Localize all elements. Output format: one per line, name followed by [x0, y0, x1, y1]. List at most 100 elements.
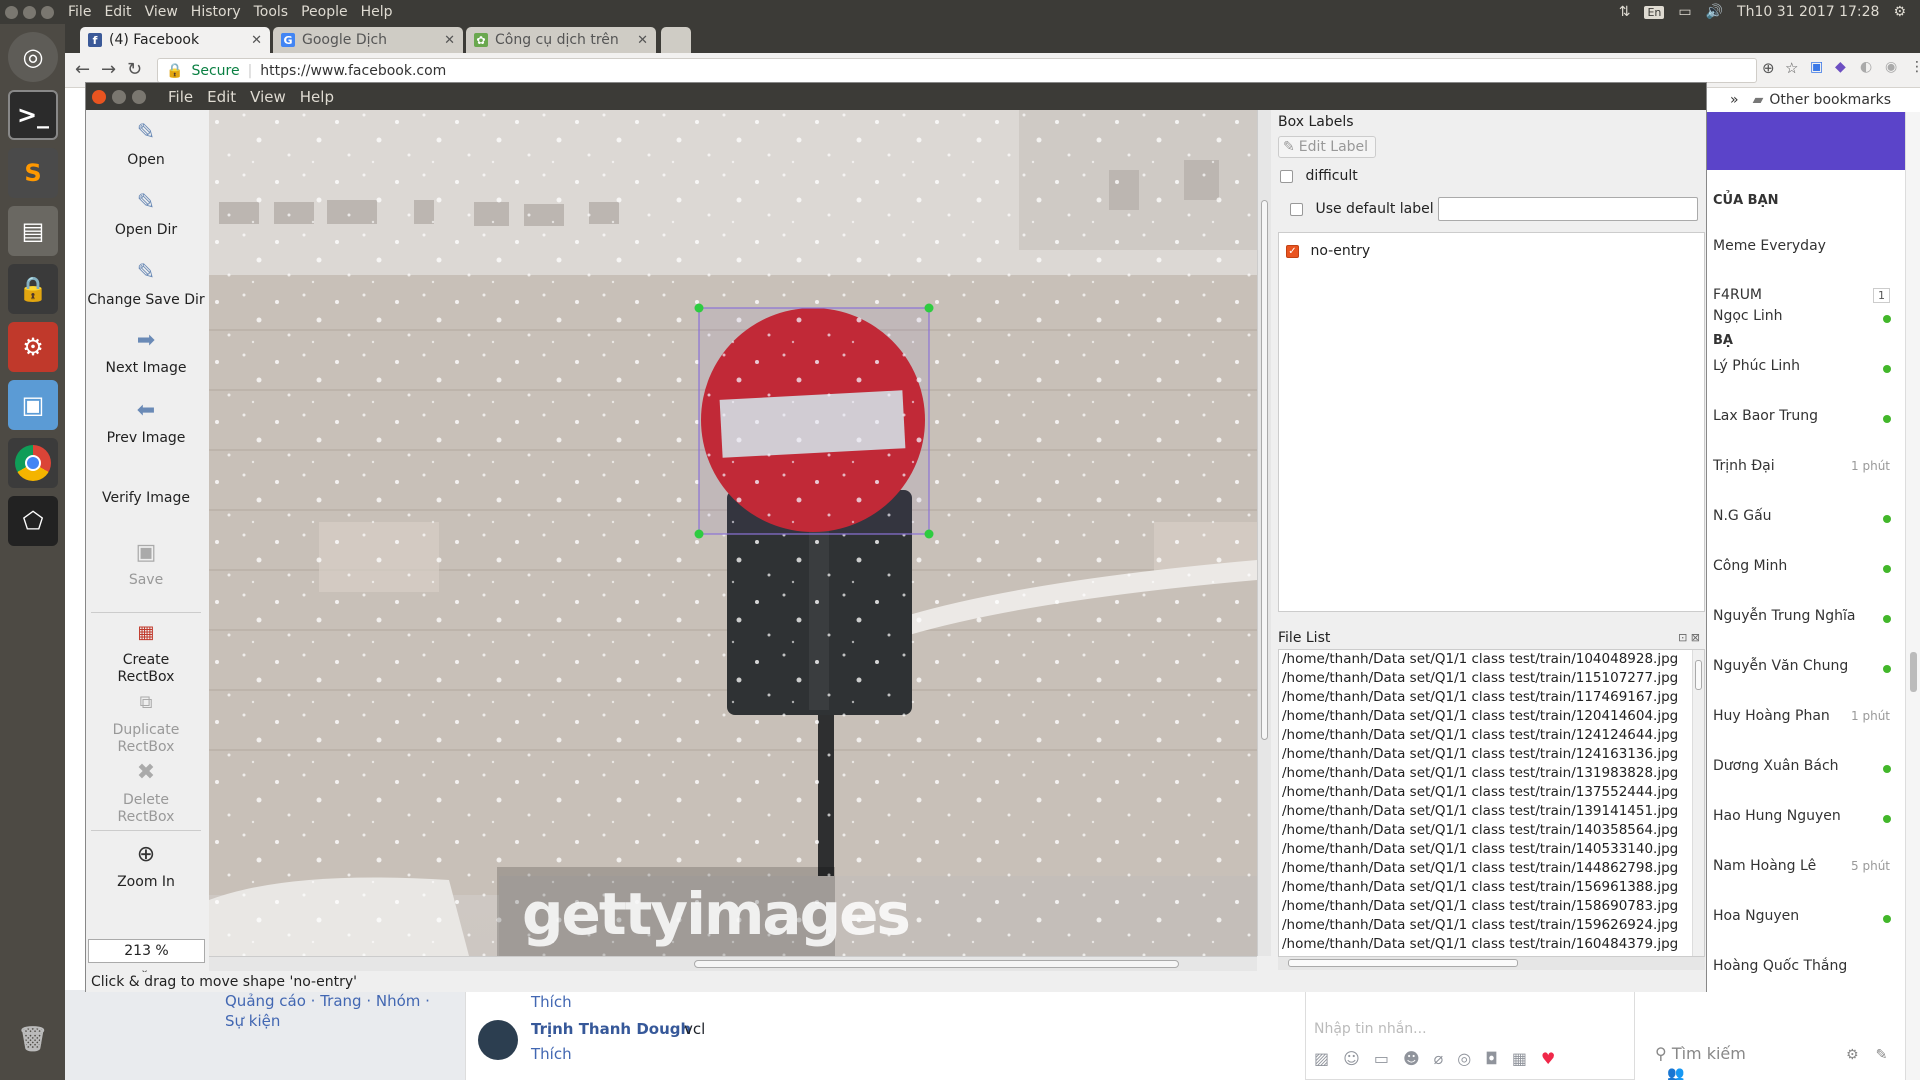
- sublime-text-icon[interactable]: S: [8, 148, 58, 198]
- file-list-item[interactable]: /home/thanh/Data set/Q1/1 class test/tra…: [1282, 651, 1678, 670]
- footer-link-events[interactable]: Sự kiện: [225, 1012, 280, 1030]
- menu-help[interactable]: Help: [300, 88, 334, 106]
- ubuntu-dash-icon[interactable]: ◎: [8, 32, 58, 82]
- settings-gear-icon[interactable]: ⚙: [1893, 4, 1906, 20]
- file-list-item[interactable]: /home/thanh/Data set/Q1/1 class test/tra…: [1282, 803, 1678, 822]
- chat-search[interactable]: ⚲ Tìm kiếm ⚙ ✎ 👥: [1655, 1044, 1920, 1080]
- file-list-item[interactable]: /home/thanh/Data set/Q1/1 class test/tra…: [1282, 670, 1678, 689]
- canvas-horizontal-scrollbar[interactable]: [209, 956, 1257, 971]
- url-text[interactable]: https://www.facebook.com: [260, 63, 446, 79]
- save-button[interactable]: ▣ Save: [86, 540, 206, 588]
- keyboard-indicator[interactable]: En: [1644, 5, 1665, 19]
- group-item[interactable]: F4RUM 1: [1705, 287, 1920, 309]
- bounding-box[interactable]: [698, 307, 930, 535]
- sticker-icon[interactable]: ☺: [1343, 1049, 1374, 1068]
- extension-icon[interactable]: ▣: [1810, 59, 1823, 75]
- prev-image-button[interactable]: ⬅ Prev Image: [86, 398, 206, 446]
- message-input[interactable]: Nhập tin nhắn...: [1314, 1021, 1427, 1037]
- edit-label-button[interactable]: ✎ Edit Label: [1278, 136, 1376, 158]
- image-canvas[interactable]: gettyimages: [209, 110, 1257, 956]
- avatar[interactable]: [478, 1020, 518, 1060]
- close-icon[interactable]: ⊠: [1691, 631, 1700, 644]
- extension-icon[interactable]: ◐: [1860, 59, 1872, 75]
- file-list-item[interactable]: /home/thanh/Data set/Q1/1 class test/tra…: [1282, 841, 1678, 860]
- terminal-icon[interactable]: >_: [8, 90, 58, 140]
- create-rectbox-button[interactable]: ▦ Create RectBox: [86, 620, 206, 686]
- file-list-item[interactable]: /home/thanh/Data set/Q1/1 class test/tra…: [1282, 689, 1678, 708]
- gif-icon[interactable]: ▭: [1374, 1049, 1403, 1068]
- new-tab-button[interactable]: [661, 27, 691, 53]
- contact-item[interactable]: Nguyễn Trung Nghĩa: [1705, 608, 1920, 630]
- next-image-button[interactable]: ➡ Next Image: [86, 328, 206, 376]
- zoom-in-button[interactable]: ⊕ Zoom In: [86, 842, 206, 890]
- extension-icon[interactable]: ◉: [1885, 59, 1897, 75]
- verify-image-button[interactable]: Verify Image: [86, 490, 206, 506]
- system-settings-icon[interactable]: ⚙: [8, 322, 58, 372]
- menu-dots-icon[interactable]: ⋮: [1910, 59, 1920, 75]
- extension-icon[interactable]: ◆: [1835, 59, 1846, 75]
- zoom-value-input[interactable]: 213 %: [88, 939, 205, 963]
- annotated-image[interactable]: gettyimages: [209, 110, 1257, 956]
- delete-rectbox-button[interactable]: ✖ Delete RectBox: [86, 760, 206, 826]
- file-list-horizontal-scrollbar[interactable]: [1278, 957, 1705, 970]
- minimize-window-button[interactable]: [112, 89, 126, 104]
- close-icon[interactable]: ✕: [251, 33, 262, 48]
- file-list-item[interactable]: /home/thanh/Data set/Q1/1 class test/tra…: [1282, 917, 1678, 936]
- reload-icon[interactable]: ↻: [127, 59, 142, 80]
- default-label-input[interactable]: [1438, 197, 1698, 221]
- file-manager-icon[interactable]: ▤: [8, 206, 58, 256]
- footer-links[interactable]: Quảng cáo · Trang · Nhóm ·: [225, 992, 430, 1010]
- contact-item[interactable]: Hao Hung Nguyen: [1705, 808, 1920, 830]
- menu-view[interactable]: View: [250, 88, 286, 106]
- float-icon[interactable]: ⊡: [1678, 631, 1687, 644]
- page-scrollbar[interactable]: [1905, 112, 1920, 1080]
- compose-icon[interactable]: ✎: [1876, 1047, 1888, 1063]
- file-list-item[interactable]: /home/thanh/Data set/Q1/1 class test/tra…: [1282, 746, 1678, 765]
- file-list-item[interactable]: /home/thanh/Data set/Q1/1 class test/tra…: [1282, 860, 1678, 879]
- comment-author[interactable]: Trịnh Thanh Dough: [531, 1020, 691, 1038]
- star-icon[interactable]: ☆: [1785, 59, 1798, 77]
- close-icon[interactable]: ✕: [637, 33, 648, 48]
- bookmarks-overflow[interactable]: »: [1730, 92, 1739, 108]
- lock-screen-icon[interactable]: 🔒: [8, 264, 58, 314]
- file-list-item[interactable]: /home/thanh/Data set/Q1/1 class test/tra…: [1282, 879, 1678, 898]
- box-handle[interactable]: [694, 529, 704, 539]
- gear-icon[interactable]: ⚙: [1846, 1047, 1859, 1063]
- label-list-item[interactable]: ✓ no-entry: [1286, 243, 1370, 259]
- heart-icon[interactable]: ♥: [1541, 1049, 1569, 1068]
- contact-item[interactable]: Hoàng Quốc Thắng: [1705, 958, 1920, 980]
- like-link[interactable]: Thích: [531, 1045, 572, 1063]
- contact-item[interactable]: Nguyễn Văn Chung: [1705, 658, 1920, 680]
- open-dir-button[interactable]: ✎ Open Dir: [86, 190, 206, 238]
- chrome-icon[interactable]: [8, 438, 58, 488]
- menu-file[interactable]: File: [168, 88, 193, 106]
- menu-people[interactable]: People: [301, 4, 348, 20]
- game-icon[interactable]: ◎: [1457, 1049, 1485, 1068]
- menu-edit[interactable]: Edit: [207, 88, 236, 106]
- camera-icon[interactable]: ◘: [1485, 1049, 1512, 1068]
- virtualbox-icon[interactable]: ▣: [8, 380, 58, 430]
- minimize-window-button[interactable]: [23, 5, 36, 19]
- photo-icon[interactable]: ▨: [1314, 1049, 1343, 1068]
- file-list-scrollbar[interactable]: [1692, 650, 1704, 956]
- duplicate-rectbox-button[interactable]: ⧉ Duplicate RectBox: [86, 690, 206, 756]
- close-icon[interactable]: ✕: [444, 33, 455, 48]
- contact-item[interactable]: Ngọc Linh: [1705, 308, 1920, 330]
- menu-help[interactable]: Help: [361, 4, 393, 20]
- contact-item[interactable]: N.G Gấu: [1705, 508, 1920, 530]
- use-default-label-checkbox[interactable]: [1290, 202, 1303, 216]
- difficult-checkbox-row[interactable]: difficult: [1280, 168, 1358, 184]
- canvas-vertical-scrollbar[interactable]: [1257, 110, 1271, 956]
- contact-item[interactable]: Lý Phúc Linh: [1705, 358, 1920, 380]
- file-list-item[interactable]: /home/thanh/Data set/Q1/1 class test/tra…: [1282, 765, 1678, 784]
- labelimg-icon[interactable]: ⬠: [8, 496, 58, 546]
- menu-history[interactable]: History: [191, 4, 241, 20]
- file-list-item[interactable]: /home/thanh/Data set/Q1/1 class test/tra…: [1282, 727, 1678, 746]
- close-window-button[interactable]: [5, 5, 18, 19]
- file-list-item[interactable]: /home/thanh/Data set/Q1/1 class test/tra…: [1282, 898, 1678, 917]
- menu-tools[interactable]: Tools: [254, 4, 289, 20]
- tab-facebook[interactable]: f (4) Facebook ✕: [80, 27, 270, 53]
- zoom-icon[interactable]: ⊕: [1762, 59, 1775, 77]
- attach-icon[interactable]: ⌀: [1434, 1049, 1458, 1068]
- clock[interactable]: Th10 31 2017 17:28: [1737, 4, 1879, 20]
